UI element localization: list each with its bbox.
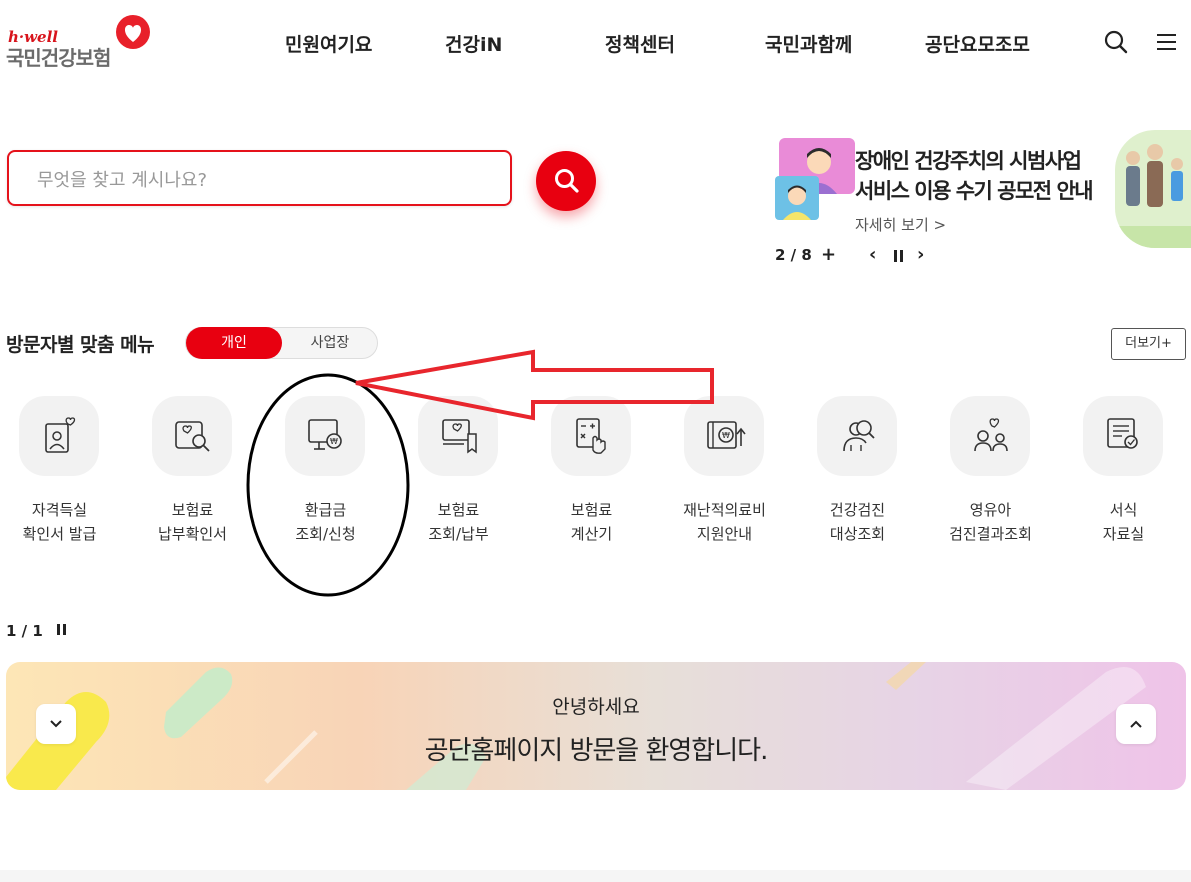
person-search-icon — [817, 396, 897, 476]
nav-item-civil[interactable]: 민원여기요 — [285, 30, 372, 57]
toggle-business[interactable]: 사업장 — [282, 328, 378, 358]
family-icon — [950, 396, 1030, 476]
more-button[interactable]: 더보기+ — [1111, 328, 1186, 360]
search-box — [7, 150, 512, 206]
banner-title-line2: 서비스 이용 수기 공모전 안내 — [855, 179, 1094, 203]
promo-banner: 장애인 건강주치의 시범사업 서비스 이용 수기 공모전 안내 자세히 보기 >… — [775, 130, 1191, 270]
banner-illustration-small — [775, 176, 819, 220]
menu-item-checkup-target[interactable]: 건강검진 대상조회 — [791, 396, 924, 556]
nav-item-public[interactable]: 국민과함께 — [765, 30, 852, 57]
menu-item-forms[interactable]: 서식 자료실 — [1057, 396, 1190, 556]
menu-label: 보험료 계산기 — [570, 501, 613, 543]
toggle-personal[interactable]: 개인 — [186, 327, 282, 359]
menu-label: 영유아 검진결과조회 — [949, 501, 1032, 543]
form-search-icon — [1083, 396, 1163, 476]
menu-item-disaster-medical[interactable]: ₩ 재난적의료비 지원안내 — [658, 396, 791, 556]
menu-label: 환급금 조회/신청 — [295, 501, 356, 543]
menu-label: 자격득실 확인서 발급 — [22, 501, 97, 543]
banner-controls: 2 / 8 + ‹ › — [775, 244, 975, 266]
nav-item-health[interactable]: 건강iN — [445, 30, 502, 57]
visitor-type-toggle: 개인 사업장 — [185, 327, 378, 359]
banner-title-line1: 장애인 건강주치의 시범사업 — [855, 149, 1082, 173]
svg-text:₩: ₩ — [722, 431, 730, 440]
welcome-banner: 안녕하세요 공단홈페이지 방문을 환영합니다. — [6, 662, 1186, 790]
menu-item-qualification[interactable]: 자격득실 확인서 발급 — [0, 396, 126, 556]
visitor-menu-title: 방문자별 맞춤 메뉴 — [6, 334, 155, 356]
search-icon — [555, 169, 579, 193]
calculator-icon — [551, 396, 631, 476]
menu-item-calculator[interactable]: 보험료 계산기 — [525, 396, 658, 556]
pause-icon[interactable] — [893, 247, 905, 262]
search-input[interactable] — [35, 165, 499, 195]
monitor-won-icon: ₩ — [285, 396, 365, 476]
document-search-icon — [152, 396, 232, 476]
welcome-subtitle: 안녕하세요 — [552, 696, 640, 718]
menu-item-infant-checkup[interactable]: 영유아 검진결과조회 — [924, 396, 1057, 556]
banner-side-illustration — [1115, 130, 1191, 248]
menu-item-payment-certificate[interactable]: 보험료 납부확인서 — [126, 396, 259, 556]
nav-item-about[interactable]: 공단요모조모 — [925, 30, 1030, 57]
chevron-down-icon[interactable] — [36, 704, 76, 744]
banner-title[interactable]: 장애인 건강주치의 시범사업 서비스 이용 수기 공모전 안내 — [855, 146, 1094, 206]
footer-strip — [0, 870, 1191, 882]
chevron-right-icon[interactable]: › — [917, 244, 924, 265]
chevron-up-icon[interactable] — [1116, 704, 1156, 744]
bill-heart-icon — [418, 396, 498, 476]
menu-item-refund[interactable]: ₩ 환급금 조회/신청 — [259, 396, 392, 556]
menu-label: 재난적의료비 지원안내 — [683, 501, 766, 543]
won-support-icon: ₩ — [684, 396, 764, 476]
id-card-heart-icon — [19, 396, 99, 476]
main-navigation: 민원여기요 건강iN 정책센터 국민과함께 공단요모조모 — [0, 30, 1100, 56]
menu-label: 보험료 조회/납부 — [428, 501, 489, 543]
welcome-message: 공단홈페이지 방문을 환영합니다. — [424, 736, 769, 766]
menu-item-premium-payment[interactable]: 보험료 조회/납부 — [392, 396, 525, 556]
pause-icon[interactable] — [56, 622, 70, 638]
menu-icon[interactable] — [1153, 28, 1181, 56]
banner-more-link[interactable]: 자세히 보기 > — [855, 214, 946, 235]
chevron-left-icon[interactable]: ‹ — [869, 244, 876, 265]
menu-label: 건강검진 대상조회 — [829, 501, 886, 543]
search-button[interactable] — [536, 151, 596, 211]
welcome-decoration — [6, 662, 1146, 790]
menu-label: 보험료 납부확인서 — [157, 501, 227, 543]
nav-item-policy[interactable]: 정책센터 — [605, 30, 675, 57]
banner-pager: 2 / 8 — [775, 246, 812, 264]
search-icon[interactable] — [1102, 28, 1130, 56]
svg-text:₩: ₩ — [330, 437, 338, 446]
menu-label: 서식 자료실 — [1102, 501, 1145, 543]
menu-pager: 1 / 1 — [6, 622, 43, 640]
plus-icon[interactable]: + — [821, 244, 836, 265]
